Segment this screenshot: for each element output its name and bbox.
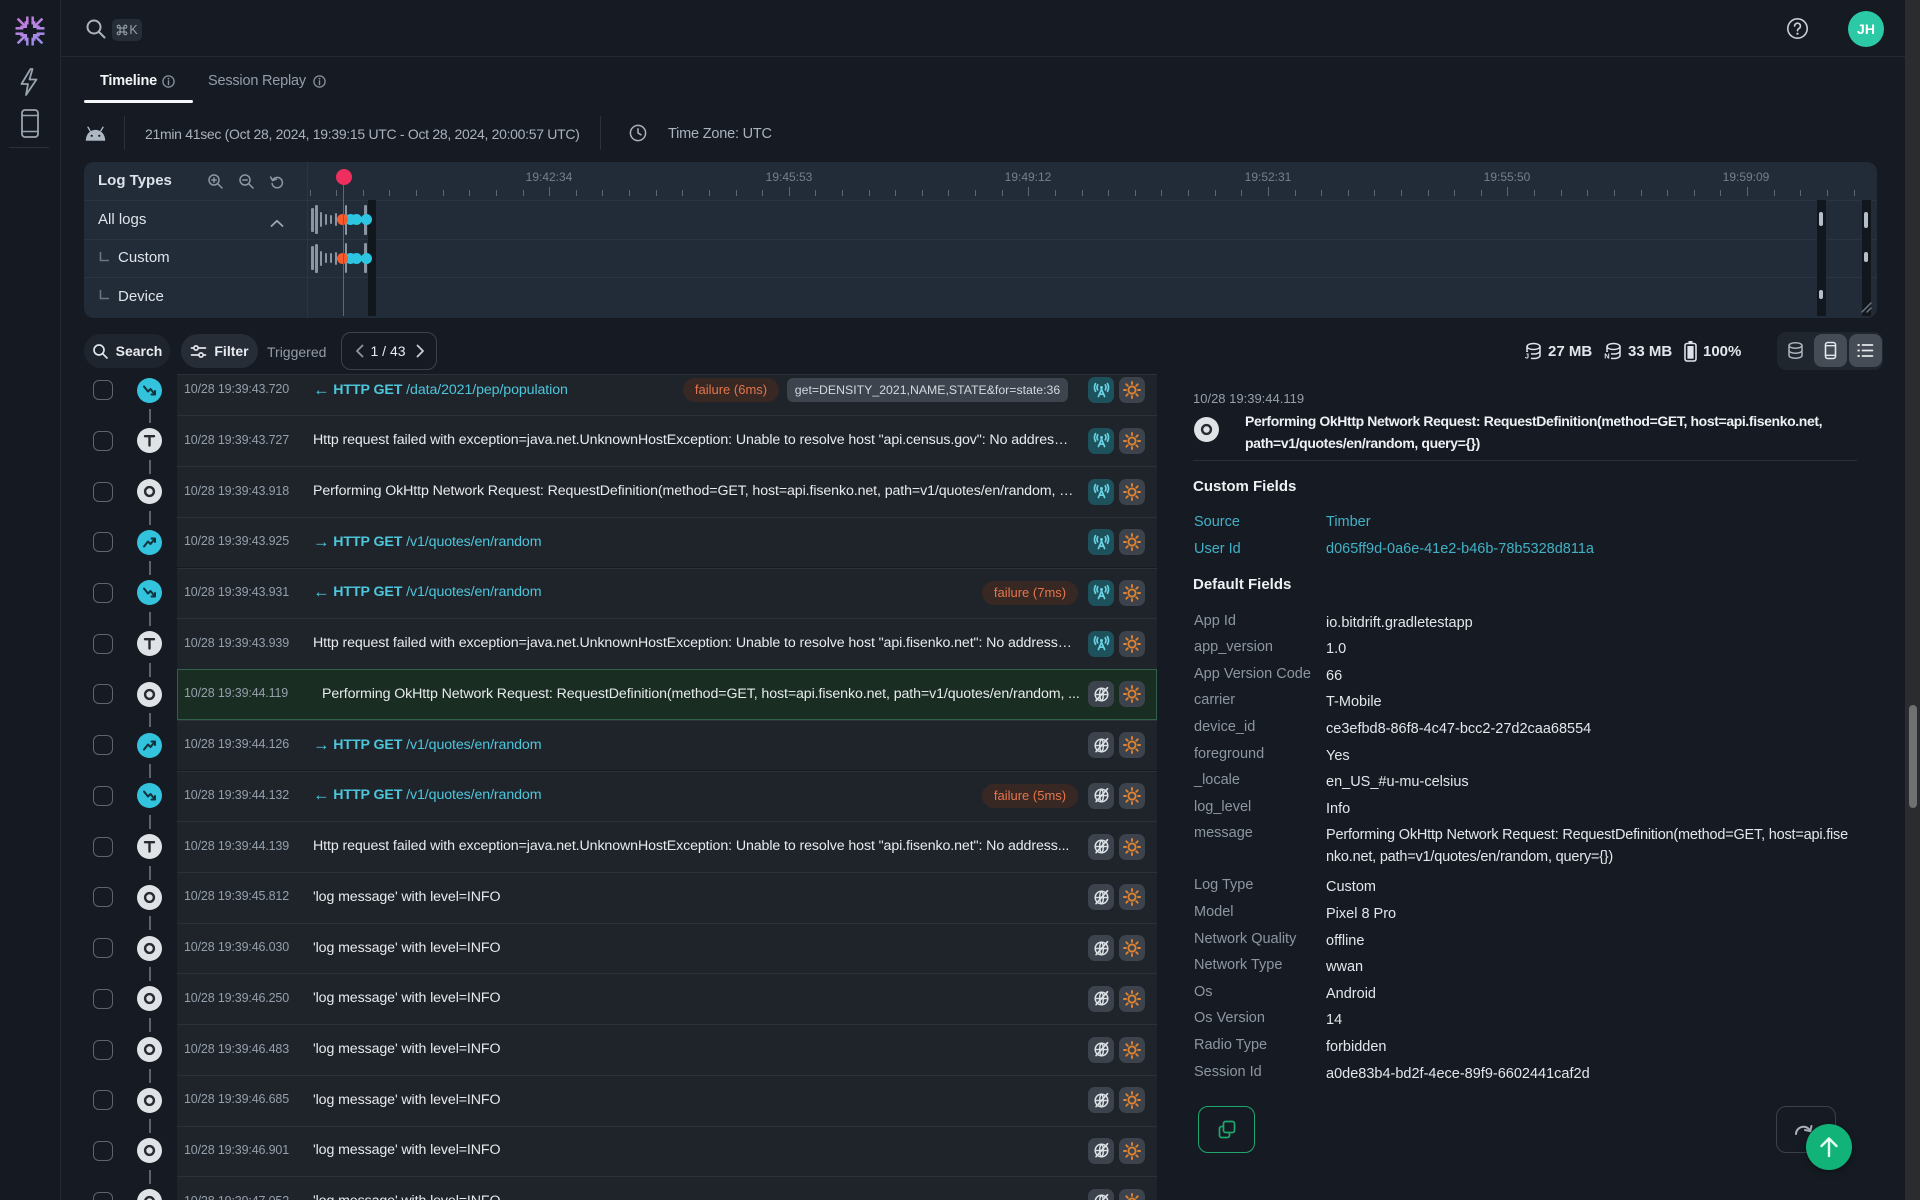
svg-text:J: J	[1525, 352, 1529, 361]
svg-text:N: N	[1604, 352, 1609, 361]
